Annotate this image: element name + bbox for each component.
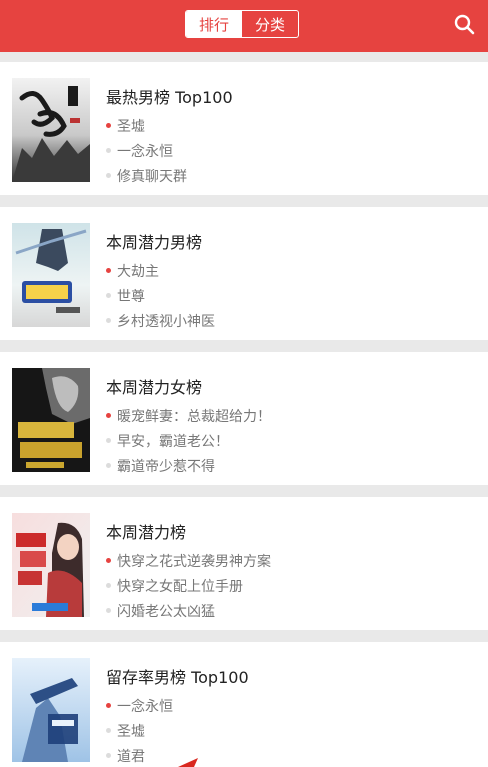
book-title: 大劫主	[117, 264, 159, 280]
book-item[interactable]: 暖宠鲜妻：总裁超给力！	[106, 406, 271, 426]
ranking-title: 本周潜力男榜	[106, 233, 203, 252]
book-title: 霸道帝少惹不得	[117, 459, 215, 475]
ranking-category-switch: 排行 分类	[185, 10, 299, 38]
ranking-title: 留存率男榜 Top100	[106, 668, 249, 687]
book-title: 乡村透视小神医	[117, 314, 215, 330]
book-item[interactable]: 圣墟	[106, 116, 145, 136]
book-item[interactable]: 乡村透视小神医	[106, 311, 215, 331]
book-item[interactable]: 圣墟	[106, 721, 145, 741]
ranking-card-weekly-male[interactable]: 本周潜力男榜 大劫主 世尊 乡村透视小神医	[0, 207, 488, 340]
ranking-card-weekly-potential[interactable]: 本周潜力榜 快穿之花式逆袭男神方案 快穿之女配上位手册 闪婚老公太凶猛	[0, 497, 488, 630]
book-item[interactable]: 霸道帝少惹不得	[106, 456, 215, 476]
book-item[interactable]: 大劫主	[106, 261, 159, 281]
book-item[interactable]: 道君	[106, 746, 145, 766]
book-cover-image	[12, 223, 90, 327]
book-title: 快穿之花式逆袭男神方案	[117, 554, 271, 570]
book-cover-image	[12, 513, 90, 617]
search-button[interactable]	[452, 12, 478, 38]
book-title: 早安，霸道老公！	[117, 434, 229, 450]
rank-dot-icon	[106, 462, 111, 468]
rank-dot-icon	[106, 582, 111, 588]
rank-dot-icon	[106, 317, 111, 323]
ranking-card-weekly-female[interactable]: 本周潜力女榜 暖宠鲜妻：总裁超给力！ 早安，霸道老公！ 霸道帝少惹不得	[0, 352, 488, 485]
rank-dot-icon	[106, 752, 111, 758]
book-title: 闪婚老公太凶猛	[117, 604, 215, 620]
book-title: 圣墟	[117, 119, 145, 135]
book-title: 修真聊天群	[117, 169, 187, 185]
book-title: 一念永恒	[117, 699, 173, 715]
top-app-bar: 排行 分类	[0, 0, 488, 52]
ranking-card-retention-male[interactable]: 留存率男榜 Top100 一念永恒 圣墟 道君	[0, 642, 488, 767]
ranking-title: 本周潜力女榜	[106, 378, 203, 397]
book-cover-image	[12, 368, 90, 472]
book-item[interactable]: 快穿之花式逆袭男神方案	[106, 551, 271, 571]
rank-dot-icon	[106, 172, 111, 178]
book-cover-image	[12, 78, 90, 182]
tab-ranking[interactable]: 排行	[186, 11, 242, 37]
book-title: 世尊	[117, 289, 145, 305]
ranking-card-hot-male[interactable]: 最热男榜 Top100 圣墟 一念永恒 修真聊天群	[0, 62, 488, 195]
book-item[interactable]: 一念永恒	[106, 141, 173, 161]
rank-dot-icon	[106, 557, 111, 563]
arrow-pointer-icon	[178, 758, 198, 767]
ranking-title: 本周潜力榜	[106, 523, 187, 542]
rank-dot-icon	[106, 122, 111, 128]
book-item[interactable]: 修真聊天群	[106, 166, 187, 186]
book-title: 暖宠鲜妻：总裁超给力！	[117, 409, 271, 425]
book-title: 快穿之女配上位手册	[117, 579, 243, 595]
rank-dot-icon	[106, 607, 111, 613]
book-item[interactable]: 早安，霸道老公！	[106, 431, 229, 451]
book-cover-image	[12, 658, 90, 762]
rank-dot-icon	[106, 437, 111, 443]
rank-dot-icon	[106, 727, 111, 733]
book-item[interactable]: 一念永恒	[106, 696, 173, 716]
book-title: 圣墟	[117, 724, 145, 740]
rank-dot-icon	[106, 702, 111, 708]
ranking-title: 最热男榜 Top100	[106, 88, 233, 107]
rank-dot-icon	[106, 292, 111, 298]
rank-dot-icon	[106, 147, 111, 153]
tab-category[interactable]: 分类	[242, 11, 298, 37]
book-title: 道君	[117, 749, 145, 765]
book-item[interactable]: 快穿之女配上位手册	[106, 576, 243, 596]
book-title: 一念永恒	[117, 144, 173, 160]
rank-dot-icon	[106, 267, 111, 273]
book-item[interactable]: 世尊	[106, 286, 145, 306]
book-item[interactable]: 闪婚老公太凶猛	[106, 601, 215, 621]
rank-dot-icon	[106, 412, 111, 418]
search-icon	[454, 14, 475, 35]
